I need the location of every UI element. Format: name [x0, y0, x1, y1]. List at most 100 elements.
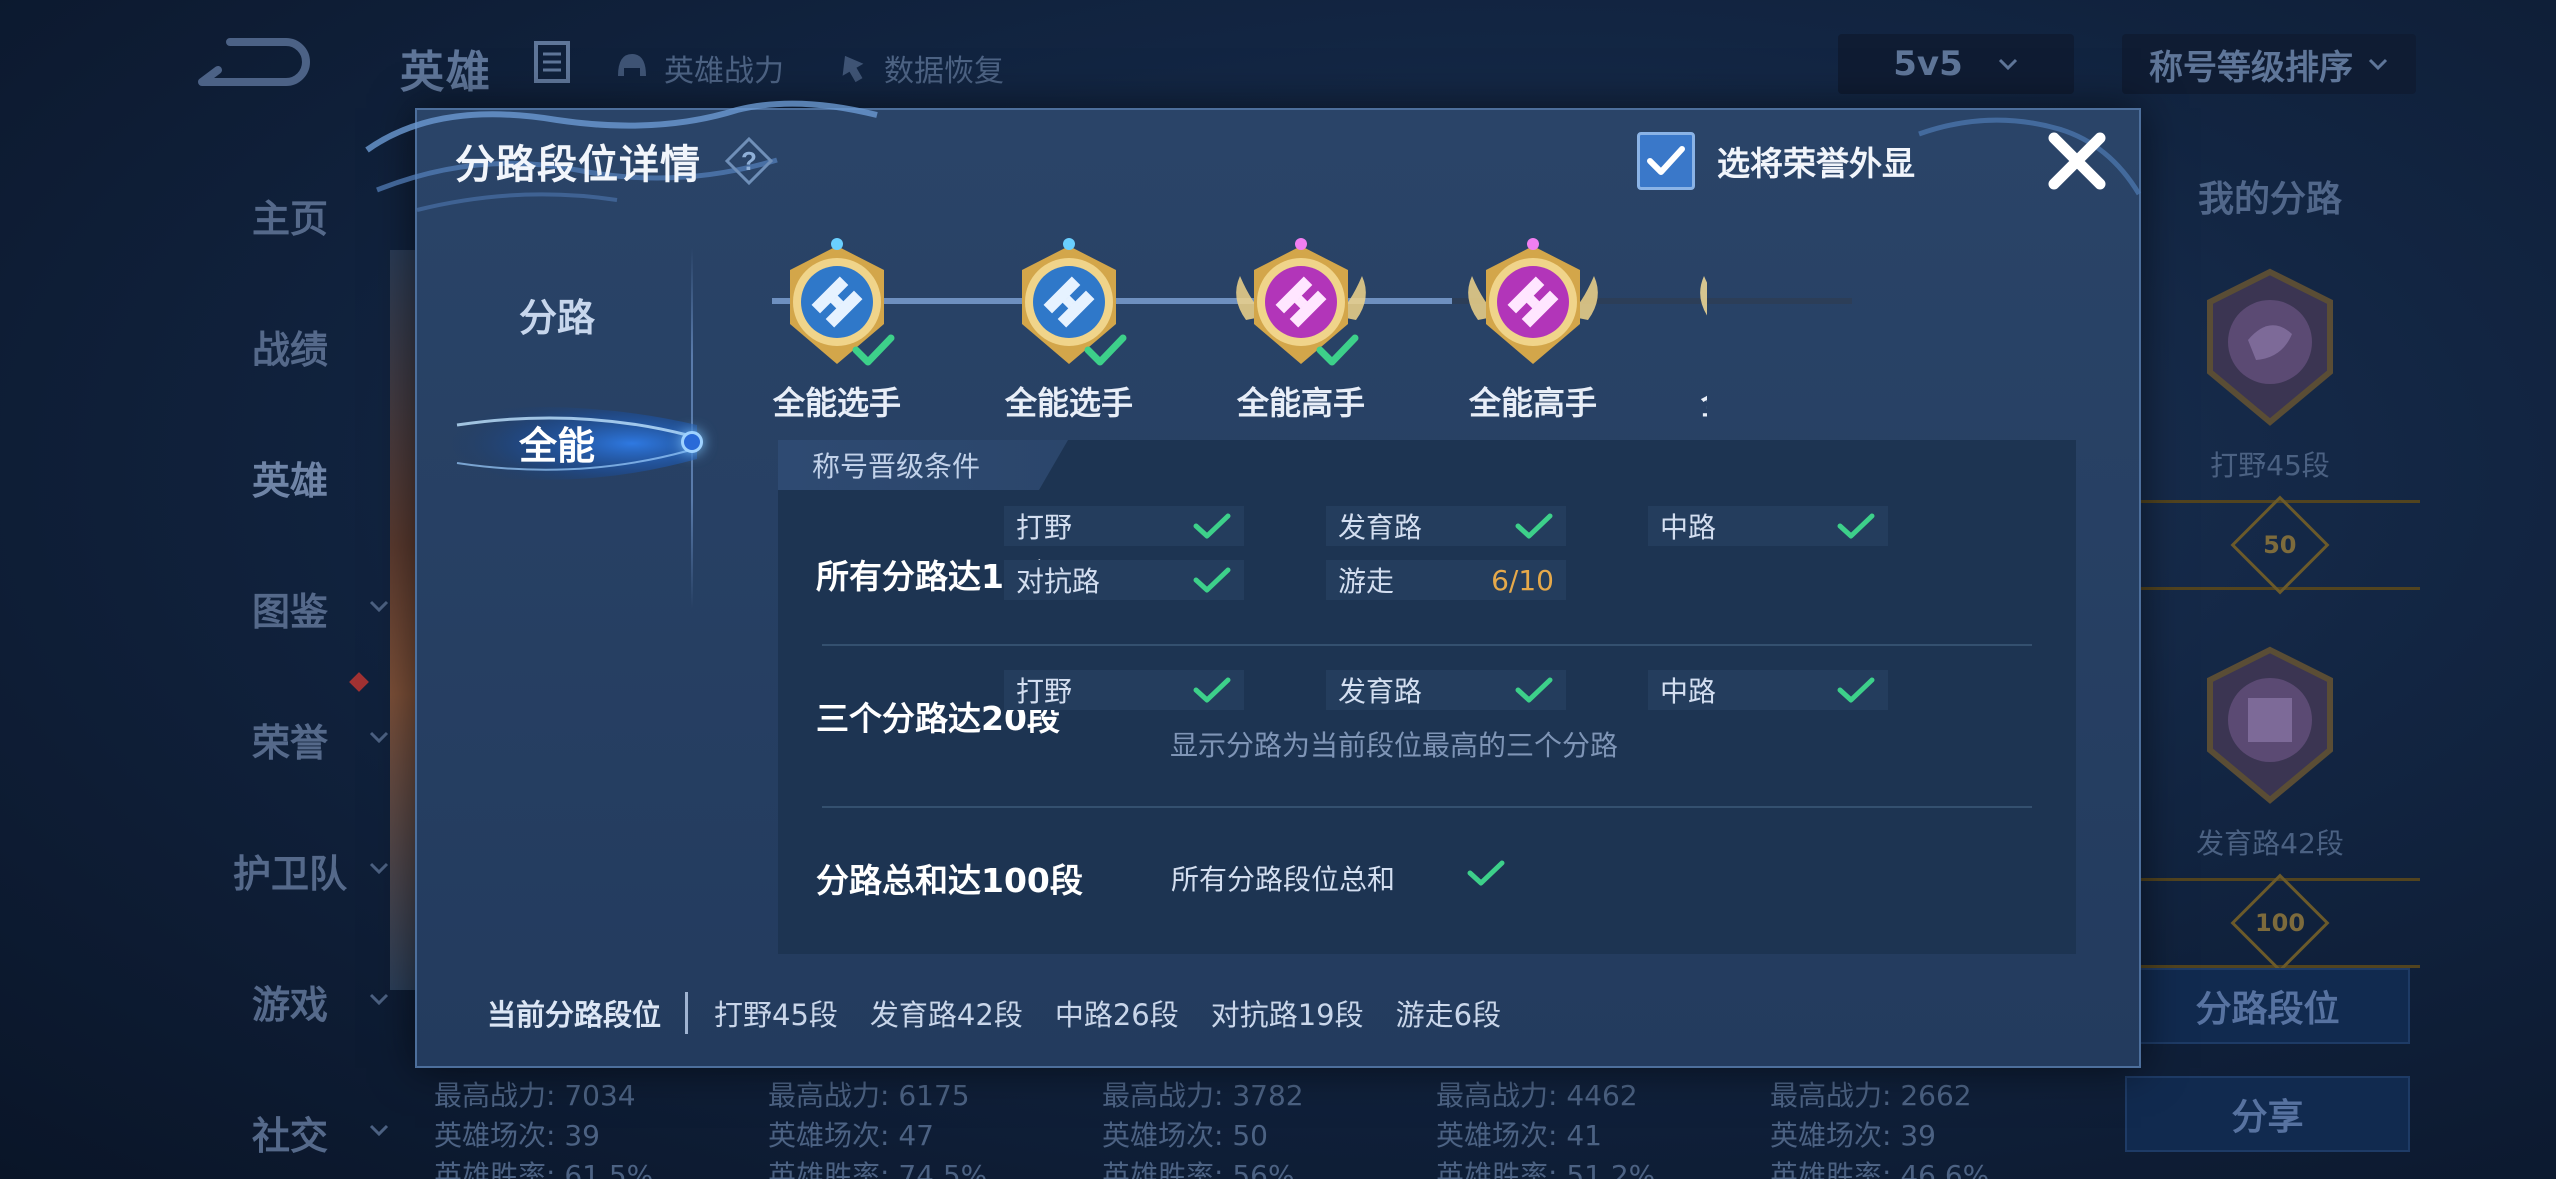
tab-lane[interactable]: 分路 — [417, 264, 697, 364]
green-check-icon — [1515, 513, 1553, 539]
stat-games: 英雄场次: 39 — [434, 1119, 600, 1152]
stat-winrate: 英雄胜率: 61.5% — [434, 1159, 654, 1179]
close-icon[interactable] — [2042, 126, 2112, 196]
lane-rank-value: 对抗路19段 — [1210, 998, 1364, 1032]
hero-power-link[interactable]: 英雄战力 — [610, 46, 784, 90]
jungle-badge-icon — [2207, 268, 2333, 426]
chevron-down-icon — [369, 862, 389, 874]
stat-winrate: 英雄胜率: 56% — [1102, 1159, 1295, 1179]
green-check-icon — [852, 334, 895, 366]
nav-item-heroes[interactable]: 英雄 — [170, 412, 410, 543]
nav-item-honor[interactable]: 荣誉 — [170, 674, 410, 805]
stat-power: 最高战力: 6175 — [768, 1079, 970, 1112]
title-badge[interactable]: 全能高手 — [1443, 228, 1623, 424]
divider — [822, 644, 2032, 646]
back-arrow-icon[interactable] — [190, 30, 310, 94]
data-restore-link[interactable]: 数据恢复 — [830, 46, 1004, 90]
chevron-down-icon — [369, 1124, 389, 1136]
nav-item-label: 社交 — [251, 1114, 328, 1158]
adc-badge-icon — [2207, 646, 2333, 804]
active-tab-indicator — [681, 431, 703, 453]
requirement-mid: 中路 — [1648, 670, 1888, 710]
condition-title: 分路总和达100段 — [816, 861, 1083, 900]
hero-stats-row: 最高战力: 7034 英雄场次: 39 英雄胜率: 61.5% 最高战力: 61… — [390, 1076, 2060, 1179]
lane-level-badge: 50 — [2230, 495, 2330, 595]
share-button[interactable]: 分享 — [2125, 1076, 2410, 1152]
requirement-lane: 打野 — [1016, 511, 1073, 544]
condition-text: 所有分路段位总和 — [1171, 863, 1396, 896]
badge-label: 全能高手 — [1468, 384, 1597, 422]
chevron-down-icon — [369, 993, 389, 1005]
orange-rank-badge-icon — [1700, 276, 1707, 316]
badge-label: 全能选手 — [1004, 384, 1133, 422]
sort-select-value: 称号等级排序 — [2149, 47, 2353, 88]
badge-label: 全能高手 — [1236, 384, 1365, 422]
my-lane-label: 发育路42段 — [2196, 827, 2344, 860]
nav-item-records[interactable]: 战绩 — [170, 281, 410, 412]
stat-games: 英雄场次: 50 — [1102, 1119, 1268, 1152]
requirement-jungle: 打野 — [1004, 506, 1244, 546]
data-restore-label: 数据恢复 — [884, 54, 1004, 89]
page-title: 英雄 — [400, 47, 492, 98]
requirement-lane: 对抗路 — [1016, 565, 1101, 598]
tab-all-round[interactable]: 全能 — [417, 392, 697, 492]
hero-stat-card[interactable]: 最高战力: 4462 英雄场次: 41 英雄胜率: 51.2% — [1392, 1076, 1726, 1179]
chevron-down-icon — [369, 731, 389, 743]
badge-label: 全能大师 — [1675, 378, 1707, 424]
chevron-down-icon — [1998, 58, 2017, 71]
chevron-down-icon — [2368, 58, 2388, 71]
promotion-conditions-panel: 称号晋级条件 所有分路达10段 打野 发育路 中路 对抗路 游走 6/10 三个… — [778, 440, 2076, 954]
nav-item-label: 图鉴 — [251, 590, 328, 634]
nav-item-social[interactable]: 社交 — [170, 1067, 410, 1179]
stat-games: 英雄场次: 39 — [1770, 1119, 1936, 1152]
requirement-lane: 发育路 — [1338, 675, 1423, 708]
nav-item-home[interactable]: 主页 — [170, 150, 410, 281]
help-icon[interactable]: ? — [724, 136, 774, 186]
lane-level-number: 50 — [2263, 531, 2297, 559]
divider — [685, 992, 689, 1034]
hero-stat-card[interactable]: 最高战力: 7034 英雄场次: 39 英雄胜率: 61.5% — [390, 1076, 724, 1179]
my-lane-label: 打野45段 — [2210, 449, 2330, 482]
nav-item-codex[interactable]: 图鉴 — [170, 543, 410, 674]
badge-label: 全能选手 — [772, 384, 901, 422]
nav-item-game[interactable]: 游戏 — [170, 936, 410, 1067]
current-lane-ranks-label: 当前分路段位 — [487, 998, 662, 1032]
requirement-jungle: 打野 — [1004, 670, 1244, 710]
condition-note: 显示分路为当前段位最高的三个分路 — [1170, 729, 1619, 762]
honor-display-toggle[interactable]: 选将荣誉外显 — [1637, 132, 1915, 190]
purple-rank-badge-icon — [1468, 238, 1598, 364]
requirement-progress: 6/10 — [1491, 563, 1554, 597]
mode-select[interactable]: 5v5 — [1838, 34, 2074, 94]
sort-select[interactable]: 称号等级排序 — [2122, 34, 2416, 94]
green-check-icon — [1084, 334, 1127, 366]
green-check-icon — [1467, 860, 1505, 886]
requirement-mid: 中路 — [1648, 506, 1888, 546]
hero-stat-card[interactable]: 最高战力: 6175 英雄场次: 47 英雄胜率: 74.5% — [724, 1076, 1058, 1179]
requirement-adc: 发育路 — [1326, 506, 1566, 546]
lane-level-number: 100 — [2254, 908, 2306, 937]
nav-item-guard[interactable]: 护卫队 — [170, 805, 410, 936]
svg-text:?: ? — [741, 146, 757, 176]
requirement-lane: 游走 — [1338, 565, 1395, 598]
requirement-lane: 中路 — [1660, 675, 1717, 708]
title-badge[interactable]: 全能高手 — [1211, 228, 1391, 424]
title-badge[interactable]: 全能选手 — [747, 228, 927, 424]
green-check-icon — [1193, 513, 1231, 539]
title-badge[interactable]: 全能选手 — [979, 228, 1159, 424]
hero-stat-card[interactable]: 最高战力: 2662 英雄场次: 39 英雄胜率: 46.6% — [1726, 1076, 2060, 1179]
lane-rank-button[interactable]: 分路段位 — [2125, 968, 2410, 1044]
chevron-down-icon — [369, 600, 389, 612]
honor-display-label: 选将荣誉外显 — [1717, 144, 1915, 183]
nav-item-label: 战绩 — [251, 328, 328, 372]
stat-power: 最高战力: 7034 — [434, 1079, 636, 1112]
nav-item-label: 护卫队 — [232, 852, 347, 896]
book-icon[interactable] — [532, 40, 572, 84]
stat-games: 英雄场次: 47 — [768, 1119, 934, 1152]
nav-item-label: 荣誉 — [251, 721, 328, 765]
requirement-lane: 发育路 — [1338, 511, 1423, 544]
divider — [822, 806, 2032, 808]
hero-stat-card[interactable]: 最高战力: 3782 英雄场次: 50 英雄胜率: 56% — [1058, 1076, 1392, 1179]
lane-level-badge: 100 — [2230, 873, 2330, 973]
honor-display-checkbox[interactable] — [1637, 132, 1695, 190]
title-badge[interactable]: 全能大师 — [1675, 228, 1707, 424]
